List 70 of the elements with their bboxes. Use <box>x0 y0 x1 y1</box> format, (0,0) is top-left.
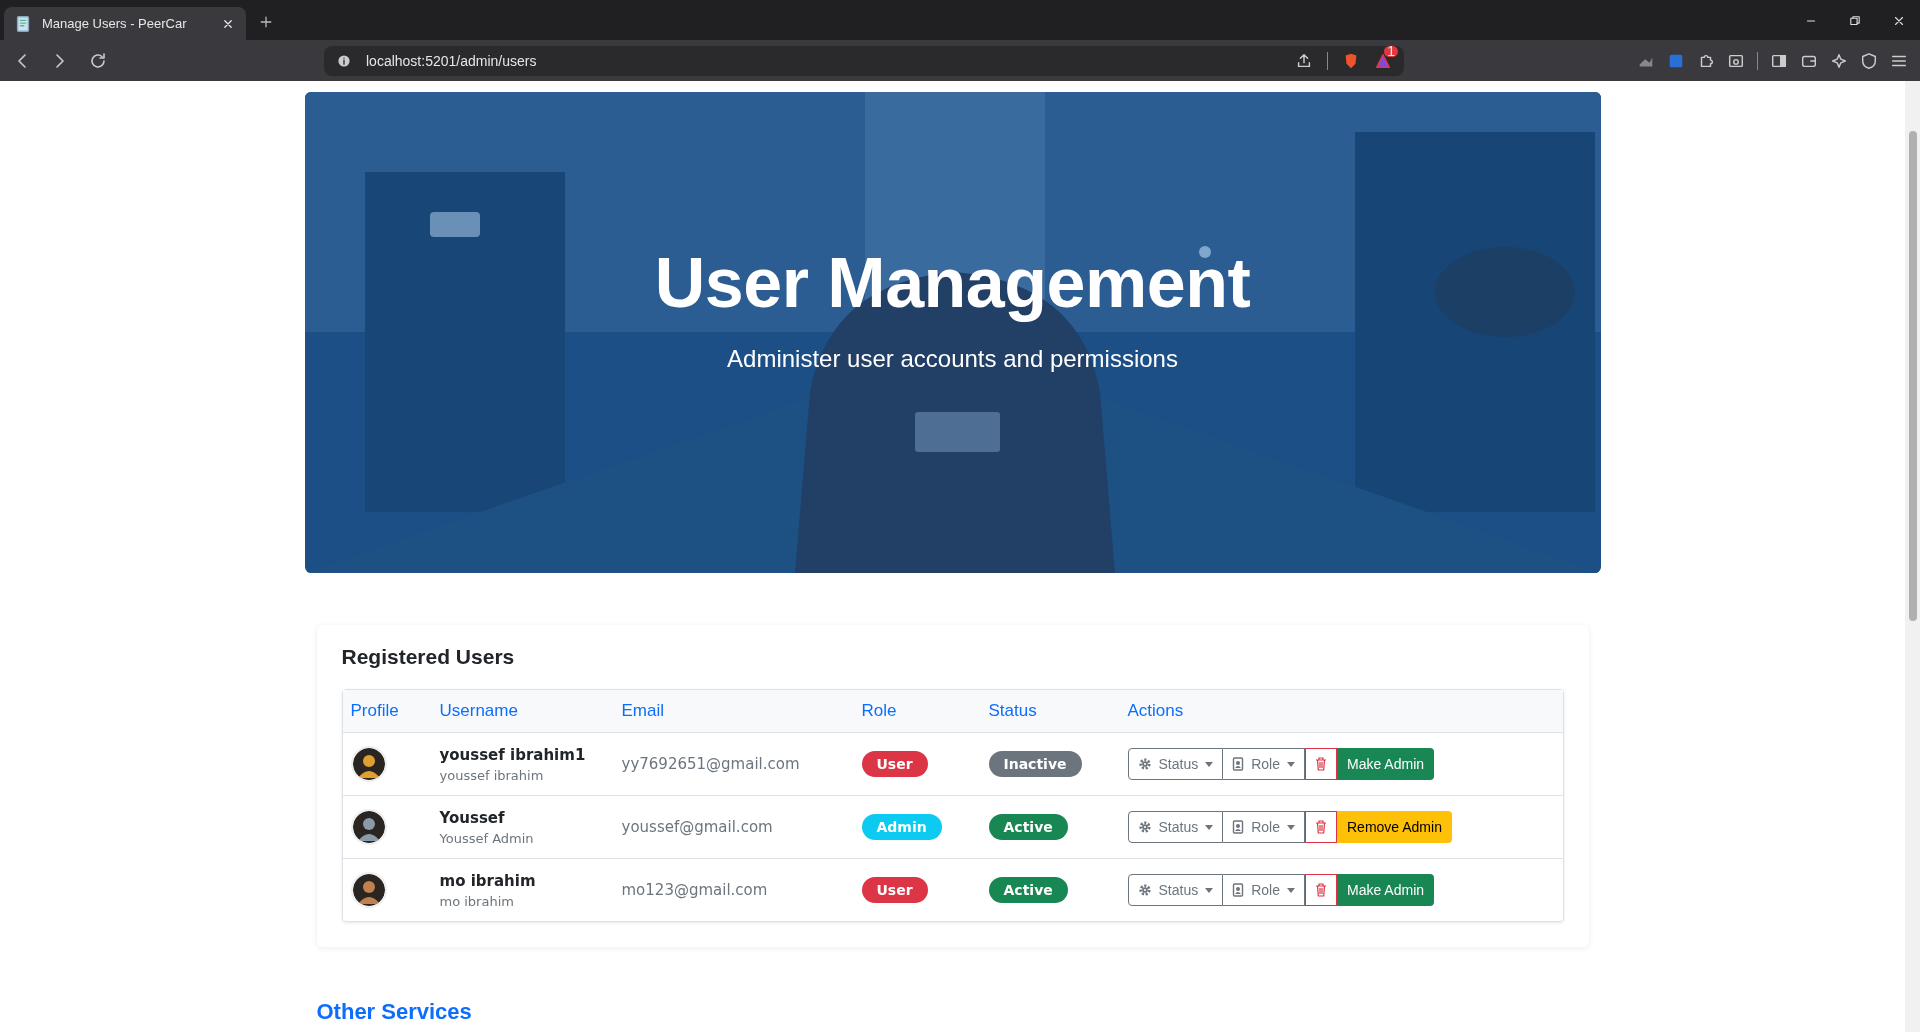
scrollbar[interactable] <box>1905 81 1920 1032</box>
trash-icon <box>1315 883 1327 897</box>
status-badge: Inactive <box>988 751 1082 777</box>
role-badge: Admin <box>861 814 942 840</box>
admin-toggle-button[interactable]: Make Admin <box>1337 874 1435 906</box>
share-icon[interactable] <box>1295 51 1313 70</box>
id-badge-icon <box>1232 820 1245 834</box>
full-name: mo ibrahim <box>439 893 515 909</box>
shield-icon[interactable] <box>1860 51 1878 70</box>
id-badge-icon <box>1232 883 1245 897</box>
caret-icon <box>1287 761 1295 767</box>
role-dropdown[interactable]: Role <box>1223 811 1305 843</box>
email: mo123@gmail.com <box>621 881 769 899</box>
gear-icon <box>1137 757 1152 771</box>
delete-button[interactable] <box>1305 874 1337 906</box>
status-dropdown[interactable]: Status <box>1127 874 1224 906</box>
column-header: Username <box>439 701 519 721</box>
column-header: Status <box>988 701 1038 721</box>
notification-badge: 1 <box>1384 45 1398 57</box>
plus-icon[interactable] <box>258 14 274 30</box>
username: mo ibrahim <box>439 871 537 890</box>
caret-icon <box>1287 887 1295 893</box>
email: yy7692651@gmail.com <box>621 755 801 773</box>
restore-icon[interactable] <box>1848 14 1862 28</box>
info-icon <box>336 52 352 69</box>
status-badge: Active <box>988 814 1068 840</box>
admin-toggle-button[interactable]: Make Admin <box>1337 748 1435 780</box>
column-header: Role <box>861 701 898 721</box>
column-header: Actions <box>1127 701 1185 721</box>
avatar <box>350 809 387 845</box>
avatar <box>350 872 387 908</box>
trash-icon <box>1315 757 1327 771</box>
id-badge-icon <box>1232 757 1245 771</box>
column-header: Email <box>621 701 665 721</box>
full-name: youssef ibrahim <box>439 767 545 783</box>
hero-title: User Management <box>654 242 1251 323</box>
full-name: Youssef Admin <box>439 830 535 846</box>
delete-button[interactable] <box>1305 811 1337 843</box>
column-header: Profile <box>350 701 400 721</box>
reload-icon[interactable] <box>88 50 108 71</box>
gear-icon <box>1137 820 1152 834</box>
card-title: Registered Users <box>341 645 516 669</box>
email: youssef@gmail.com <box>621 818 774 836</box>
role-badge: User <box>861 751 928 777</box>
close-icon[interactable] <box>1892 14 1906 28</box>
trash-icon <box>1315 820 1327 834</box>
avatar <box>350 746 387 782</box>
status-dropdown[interactable]: Status <box>1127 811 1224 843</box>
delete-button[interactable] <box>1305 748 1337 780</box>
role-dropdown[interactable]: Role <box>1223 748 1305 780</box>
address-bar[interactable]: localhost:5201/admin/users 1 <box>324 45 1404 76</box>
role-badge: User <box>861 877 928 903</box>
page-icon <box>14 14 32 33</box>
username: youssef ibrahim1 <box>439 745 587 764</box>
admin-toggle-button[interactable]: Remove Admin <box>1337 811 1452 843</box>
status-dropdown[interactable]: Status <box>1127 748 1224 780</box>
sparkle-icon[interactable] <box>1830 51 1848 70</box>
username: Youssef <box>439 808 506 827</box>
url-text: localhost:5201/admin/users <box>366 52 538 69</box>
caret-icon <box>1205 761 1214 767</box>
role-dropdown[interactable]: Role <box>1223 874 1305 906</box>
tab-title: Manage Users - PeerCar <box>42 16 188 31</box>
hero-subtitle: Administer user accounts and permissions <box>727 344 1178 373</box>
section-heading: Other Services <box>316 999 473 1025</box>
caret-icon <box>1287 824 1295 830</box>
caret-icon <box>1205 824 1214 830</box>
caret-icon <box>1205 887 1214 893</box>
browser-tab[interactable]: Manage Users - PeerCar <box>4 7 246 40</box>
gear-icon <box>1137 883 1152 897</box>
status-badge: Active <box>988 877 1068 903</box>
